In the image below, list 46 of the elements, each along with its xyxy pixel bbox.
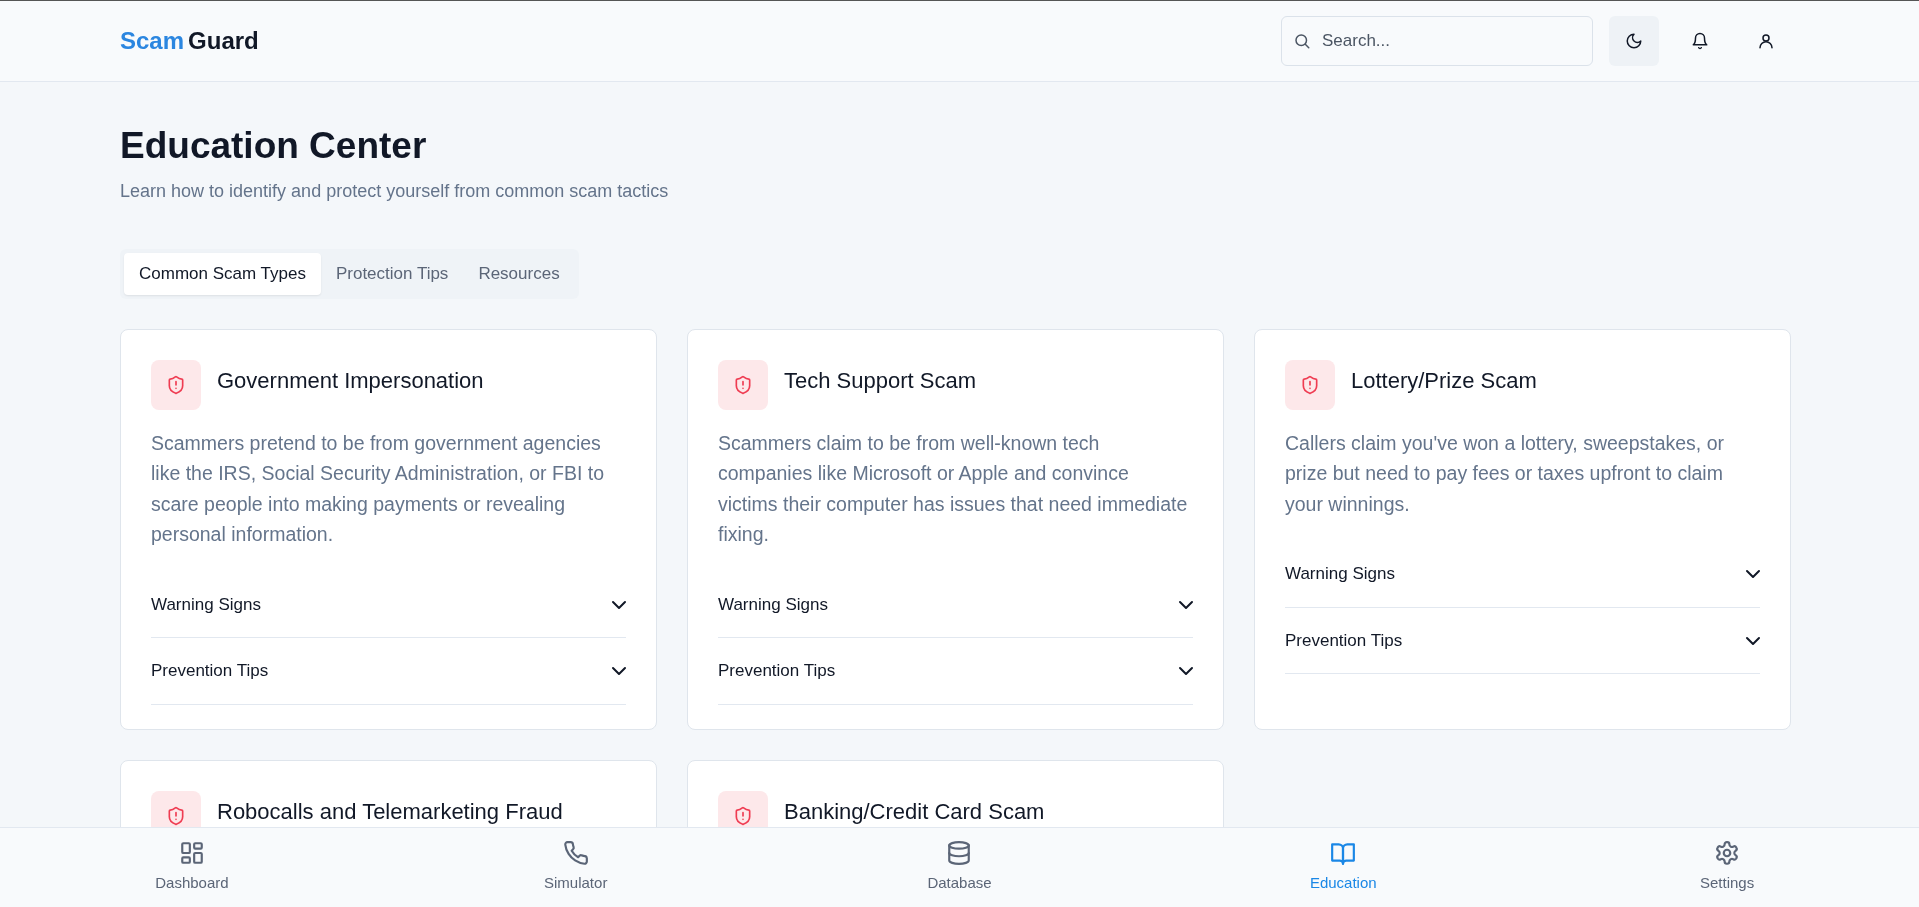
search-icon xyxy=(1293,32,1311,50)
nav-item[interactable]: Database xyxy=(767,828,1152,907)
nav-item[interactable]: Simulator xyxy=(383,828,768,907)
search-field[interactable]: Search... xyxy=(1281,16,1593,66)
accordion-toggle[interactable]: Prevention Tips xyxy=(151,638,626,705)
nav-item[interactable]: Dashboard xyxy=(0,828,384,907)
page-title: Education Center xyxy=(120,124,428,168)
shield-alert-icon xyxy=(151,359,201,410)
accordion-toggle[interactable]: Prevention Tips xyxy=(1285,607,1760,675)
card-title: Lottery/Prize Scam xyxy=(1351,366,1537,395)
dashboard-icon xyxy=(178,840,205,867)
tab[interactable]: Common Scam Types xyxy=(124,253,321,295)
logo-text: Guard xyxy=(188,26,259,56)
card-description: Scammers pretend to be from government agencies like the IRS, Social Security Administration, or FBI to scare people into making payments or revealing personal information. xyxy=(151,430,605,548)
chevron-icon xyxy=(612,667,626,676)
nav-item[interactable]: Education xyxy=(1151,828,1536,907)
chevron-icon xyxy=(1746,636,1760,645)
accordion-toggle[interactable]: Warning Signs xyxy=(718,571,1193,639)
page-subtitle: Learn how to identify and protect yourself from common scam tactics xyxy=(120,180,670,204)
moon-icon xyxy=(1625,32,1643,50)
shield-alert-icon xyxy=(1285,359,1335,410)
card-description: Callers claim you've won a lottery, sweepstakes, or prize but need to pay fees or taxes upfront to claim your winnings. xyxy=(1285,430,1726,517)
chevron-icon xyxy=(612,600,626,609)
logo-text: Scam xyxy=(120,26,185,56)
settings-icon xyxy=(1714,840,1741,867)
card-title: Robocalls and Telemarketing Fraud xyxy=(217,797,563,826)
tab[interactable]: Protection Tips xyxy=(320,253,464,295)
database-icon xyxy=(946,840,973,867)
chevron-icon xyxy=(1746,570,1760,579)
shield-alert-icon xyxy=(718,359,768,410)
bell-icon xyxy=(1691,32,1709,50)
tab[interactable]: Resources xyxy=(463,253,575,295)
user-icon xyxy=(1757,32,1775,50)
card-description: Scammers claim to be from well-known tech companies like Microsoft or Apple and convince victims their computer has issues that need immediate fixing. xyxy=(718,430,1189,548)
card-title: Tech Support Scam xyxy=(784,366,976,395)
phone-icon xyxy=(562,840,589,867)
theme-toggle-button[interactable] xyxy=(1609,16,1659,66)
card-title: Government Impersonation xyxy=(217,366,484,395)
accordion-toggle[interactable]: Warning Signs xyxy=(151,571,626,639)
accordion-toggle[interactable]: Prevention Tips xyxy=(718,638,1193,705)
card-title: Banking/Credit Card Scam xyxy=(784,797,1045,826)
accordion-toggle[interactable]: Warning Signs xyxy=(1285,541,1760,608)
book-icon xyxy=(1330,840,1357,867)
chevron-icon xyxy=(1179,667,1193,676)
nav-item[interactable]: Settings xyxy=(1535,828,1919,907)
chevron-icon xyxy=(1179,600,1193,609)
